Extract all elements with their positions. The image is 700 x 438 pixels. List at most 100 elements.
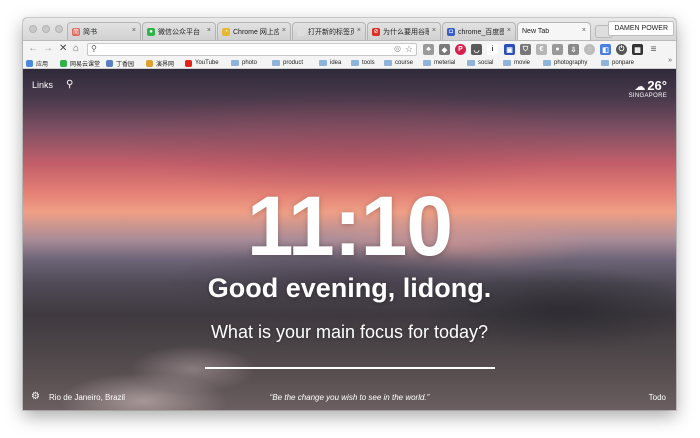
bookmark-product[interactable]: product <box>272 58 303 68</box>
todo-button[interactable]: Todo <box>649 393 666 402</box>
apps-icon <box>26 59 33 67</box>
bookmark-youtube[interactable]: YouTube <box>185 58 219 68</box>
shield-icon[interactable]: ⛉ <box>520 44 531 55</box>
links-button[interactable]: Links <box>32 80 53 90</box>
bookmark-label: idea <box>330 60 342 66</box>
bookmark-应用[interactable]: 应用 <box>26 58 48 68</box>
tab-4[interactable]: 打开新的标签页 × <box>292 22 366 40</box>
bookmark-photography[interactable]: photography <box>543 58 587 68</box>
power-icon[interactable]: ⏻ <box>616 44 627 55</box>
folder-icon <box>319 60 327 66</box>
bookmark-label: photo <box>242 60 258 66</box>
back-button[interactable]: ← <box>28 44 38 54</box>
bookmark-social[interactable]: social <box>467 58 493 68</box>
bookmark-star-icon[interactable]: ☆ <box>405 44 413 55</box>
bookmark-label: movie <box>514 60 531 66</box>
folder-icon <box>231 60 239 66</box>
yanjie-icon <box>146 59 153 67</box>
bookmark-idea[interactable]: idea <box>319 58 341 68</box>
tab-7[interactable]: New Tab × <box>517 22 591 40</box>
extension-icon-6[interactable]: ▣ <box>504 44 515 55</box>
zoom-icon[interactable]: ◎ <box>394 44 401 53</box>
focus-input[interactable] <box>205 367 495 369</box>
tab-favicon-icon: ⊘ <box>372 27 380 36</box>
bookmark-label: tools <box>362 60 375 66</box>
extension-icon-1[interactable]: ♣ <box>423 44 434 55</box>
bookmark-label: 丁香园 <box>116 61 135 68</box>
stop-button[interactable]: ✕ <box>59 44 67 54</box>
bookmark-movie[interactable]: movie <box>503 58 530 68</box>
bulb-icon[interactable]: ● <box>552 44 563 55</box>
qr-code-icon[interactable]: ▦ <box>632 44 643 55</box>
extension-icon-2[interactable]: ◆ <box>439 44 450 55</box>
bookmark-label: photography <box>554 60 588 66</box>
omnibox[interactable]: ⚲ ◎ ☆ <box>87 43 417 56</box>
folder-icon <box>467 60 475 66</box>
bookmark-丁香园[interactable]: 丁香园 <box>106 58 134 68</box>
search-icon[interactable]: ⚲ <box>66 79 73 90</box>
tab-close-icon[interactable]: × <box>282 27 286 34</box>
bookmark-label: YouTube <box>195 60 219 66</box>
tab-5[interactable]: ⊘为什么要用谷歌浏览器× <box>367 22 441 40</box>
tab-close-icon[interactable]: × <box>507 27 511 34</box>
download-icon[interactable]: ⇩ <box>568 44 579 55</box>
pocket-icon[interactable]: ◡ <box>471 44 482 55</box>
folder-icon <box>384 60 392 66</box>
home-button[interactable]: ⌂ <box>73 44 79 54</box>
address-input[interactable] <box>102 44 382 55</box>
bookmark-tools[interactable]: tools <box>351 58 375 68</box>
tab-2[interactable]: ● 微信公众平台 × <box>142 22 216 40</box>
tab-close-icon[interactable]: × <box>207 27 211 34</box>
tab-strip: 简简书×●微信公众平台×◔Chrome 网上应用店×打开新的标签页×⊘为什么要用… <box>23 18 676 41</box>
profile-button[interactable]: DAMEN POWER <box>608 21 674 36</box>
menu-icon[interactable]: ≡ <box>648 44 659 55</box>
tab-favicon-icon: ◘ <box>447 27 455 36</box>
bookmark-ponpare[interactable]: ponpare <box>601 58 634 68</box>
focus-prompt: What is your main focus for today? <box>210 322 489 342</box>
toolbar: ← → ✕ ⌂ ⚲ ◎ ☆ ♣ ◆ P ◡ i ▣ ⛉ € ● ⇩ ◌ ◧ ⏻ … <box>23 41 676 58</box>
minimize-window-button[interactable] <box>42 25 50 33</box>
youtube-icon <box>185 59 192 67</box>
bookmark-演界网[interactable]: 演界网 <box>146 58 174 68</box>
bookmark-photo[interactable]: photo <box>231 58 257 68</box>
tab-1[interactable]: 简简书 × <box>67 22 141 40</box>
tab-close-icon[interactable]: × <box>582 27 586 34</box>
bookmark-网易云课堂[interactable]: 网易云课堂 <box>60 58 100 68</box>
bookmarks-overflow-button[interactable]: » <box>668 57 672 64</box>
bookmark-course[interactable]: course <box>384 58 413 68</box>
bookmark-label: 演界网 <box>156 61 175 68</box>
folder-icon <box>423 60 431 66</box>
bookmark-label: product <box>283 60 304 66</box>
extension-icon-12[interactable]: ◧ <box>600 44 611 55</box>
tab-close-icon[interactable]: × <box>357 27 361 34</box>
tab-favicon-icon <box>297 27 305 36</box>
extension-icon-8[interactable]: € <box>536 44 547 55</box>
tab-title: chrome_百度图片 <box>458 28 504 36</box>
tab-title: New Tab <box>522 28 550 35</box>
pinterest-icon[interactable]: P <box>455 44 466 55</box>
bookmark-meterial[interactable]: meterial <box>423 58 455 68</box>
folder-icon <box>351 60 359 66</box>
tab-title: 微信公众平台 <box>158 28 200 36</box>
folder-icon <box>503 60 511 66</box>
weather-widget[interactable]: ☁ 26° SINGAPORE <box>629 77 667 99</box>
cloud-icon: ☁ <box>634 81 646 93</box>
tab-list: 简简书×●微信公众平台×◔Chrome 网上应用店×打开新的标签页×⊘为什么要用… <box>67 22 592 40</box>
tab-favicon-icon: 简 <box>72 27 80 36</box>
tab-3[interactable]: ◔Chrome 网上应用店× <box>217 22 291 40</box>
tab-6[interactable]: ◘chrome_百度图片× <box>442 22 516 40</box>
bookmark-label: 应用 <box>36 61 49 68</box>
tab-close-icon[interactable]: × <box>432 27 436 34</box>
tab-favicon-icon: ● <box>147 27 155 36</box>
tab-title: 简书 <box>83 28 97 36</box>
forward-button[interactable]: → <box>43 44 53 54</box>
bookmark-label: 网易云课堂 <box>70 61 101 68</box>
info-icon[interactable]: i <box>487 44 498 55</box>
tab-title: Chrome 网上应用店 <box>233 28 279 36</box>
folder-icon <box>543 60 551 66</box>
extension-icon-11[interactable]: ◌ <box>584 44 595 55</box>
tab-close-icon[interactable]: × <box>132 27 136 34</box>
daily-quote: “Be the change you wish to see in the wo… <box>269 393 430 402</box>
close-window-button[interactable] <box>29 25 37 33</box>
zoom-window-button[interactable] <box>55 25 63 33</box>
